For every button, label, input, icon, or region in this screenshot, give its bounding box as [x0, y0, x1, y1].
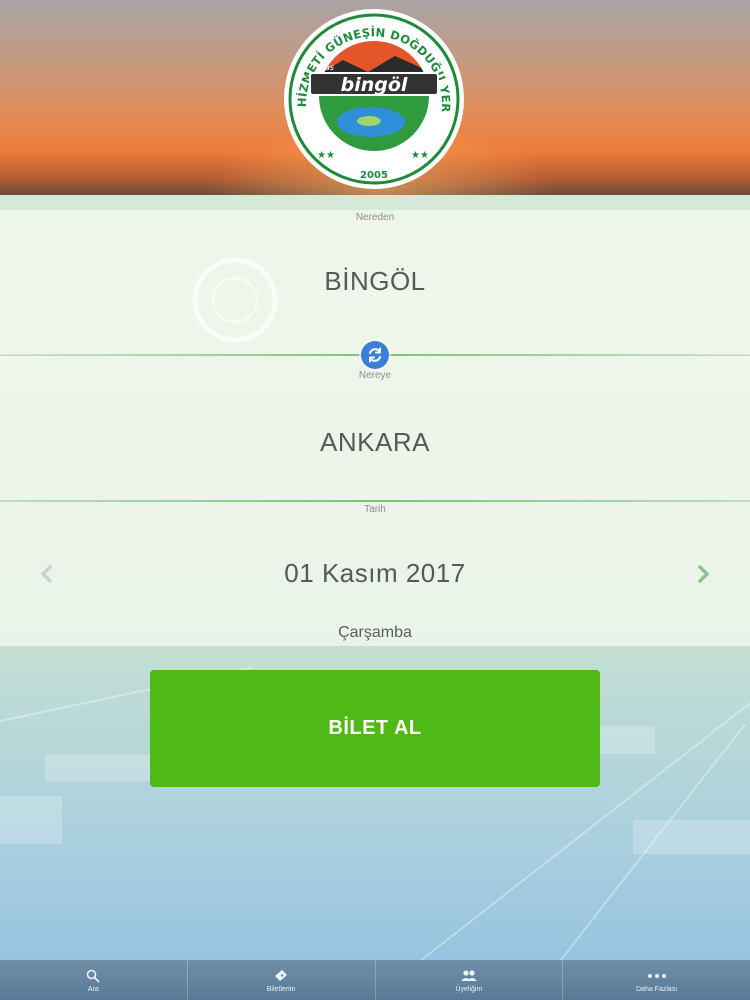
date-value[interactable]: 01 Kasım 2017 [0, 558, 750, 589]
tab-search[interactable]: Ara [0, 960, 188, 1000]
bg-decor-block [0, 796, 62, 844]
bg-decor-block [633, 820, 750, 854]
bg-decor-block [600, 726, 655, 754]
users-icon [460, 969, 477, 981]
logo-star-right: ★★ [411, 150, 429, 161]
from-value[interactable]: BİNGÖL [0, 266, 750, 297]
swap-button[interactable] [361, 341, 389, 369]
weekday-label: Çarşamba [338, 624, 412, 641]
logo-small-text: Has [319, 63, 334, 72]
next-date-button[interactable] [691, 562, 715, 586]
bottom-tab-bar: Ara Biletlerim Üyeliğim Daha Fazlası [0, 960, 750, 1000]
tab-label: Daha Fazlası [636, 985, 678, 993]
buy-ticket-button[interactable]: BİLET AL [150, 670, 600, 787]
more-dots-icon [647, 973, 666, 978]
ticket-icon [275, 969, 288, 981]
tab-more[interactable]: Daha Fazlası [563, 960, 750, 1000]
logo-star-left: ★★ [317, 150, 335, 161]
chevron-right-icon [698, 565, 709, 583]
to-value[interactable]: ANKARA [0, 427, 750, 458]
to-label: Nereye [358, 370, 392, 381]
tab-label: Üyeliğim [455, 985, 483, 993]
header-banner: HASIN HİZMETİ GÜNEŞİN DOĞDUĞU YERDEDİR H… [0, 0, 750, 195]
swap-refresh-icon [369, 347, 381, 363]
date-label: Tarih [364, 504, 386, 515]
bg-decor-block [45, 755, 150, 781]
search-icon [87, 969, 100, 982]
tab-tickets[interactable]: Biletlerim [188, 960, 376, 1000]
tab-membership[interactable]: Üyeliğim [376, 960, 564, 1000]
bingol-logo: HASIN HİZMETİ GÜNEŞİN DOĞDUĞU YERDEDİR H… [283, 8, 464, 189]
logo-year: 2005 [360, 170, 388, 181]
tab-label: Ara [87, 985, 99, 993]
tab-label: Biletlerim [266, 985, 296, 993]
logo-brand-text: bingöl [341, 74, 408, 96]
from-label: Nereden [355, 212, 395, 223]
